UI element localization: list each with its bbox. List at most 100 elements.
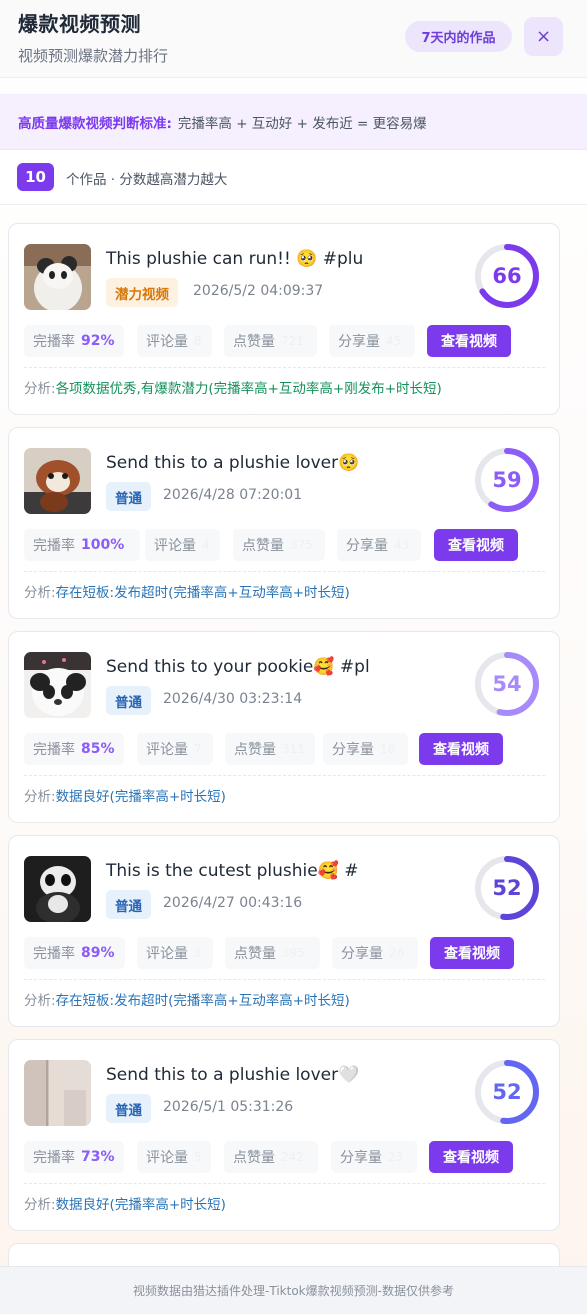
page-subtitle: 视频预测爆款潜力排行 bbox=[18, 47, 169, 65]
analysis-line: 分析:数据良好(完播率高+时长短) bbox=[24, 785, 226, 805]
likes-label: 点赞量 bbox=[233, 1150, 275, 1166]
analysis-label: 分析: bbox=[24, 789, 56, 805]
shares-metric: 分享量 23 bbox=[331, 1141, 417, 1173]
comments-metric: 评论量 8 bbox=[137, 325, 212, 357]
video-tag: 普通 bbox=[106, 686, 151, 715]
view-video-button[interactable]: 查看视频 bbox=[430, 937, 514, 969]
likes-label: 点赞量 bbox=[234, 946, 276, 962]
publish-time: 2026/5/2 04:09:37 bbox=[193, 283, 324, 299]
shares-label: 分享量 bbox=[338, 334, 380, 350]
video-tag: 潜力视频 bbox=[106, 278, 178, 307]
comments-metric: 评论量 4 bbox=[145, 529, 220, 561]
completion-label: 完播率 bbox=[33, 946, 75, 962]
completion-value: 92% bbox=[81, 333, 115, 349]
summary-text: 个作品 · 分数越高潜力越大 bbox=[66, 172, 228, 188]
publish-time: 2026/4/30 03:23:14 bbox=[163, 691, 303, 707]
score-value: 54 bbox=[492, 672, 522, 696]
completion-label: 完播率 bbox=[33, 538, 75, 554]
analysis-line: 分析:数据良好(完播率高+时长短) bbox=[24, 1193, 226, 1213]
comments-label: 评论量 bbox=[146, 946, 188, 962]
summary-row: 10 个作品 · 分数越高潜力越大 bbox=[0, 150, 587, 205]
analysis-text: 存在短板:发布超时(完播率高+互动率高+时长短) bbox=[55, 585, 350, 601]
comments-value: 7 bbox=[194, 742, 202, 756]
completion-label: 完播率 bbox=[33, 742, 75, 758]
video-title: Send this to a plushie lover🤍 bbox=[106, 1065, 360, 1085]
analysis-line: 分析:存在短板:发布超时(完播率高+互动率高+时长短) bbox=[24, 989, 350, 1009]
completion-metric: 完播率 100% bbox=[24, 529, 140, 561]
video-card: Send this to a plushie lover🤍 普通 2026/5/… bbox=[8, 1039, 560, 1231]
score-value: 52 bbox=[492, 876, 522, 900]
video-tag: 普通 bbox=[106, 482, 151, 511]
likes-metric: 点赞量 721 bbox=[224, 325, 317, 357]
video-title: Send this to your pookie🥰 #pl bbox=[106, 657, 370, 677]
analysis-text: 存在短板:发布超时(完播率高+互动率高+时长短) bbox=[55, 993, 350, 1009]
likes-value: 242 bbox=[281, 1150, 304, 1164]
video-title: Send this to a plushie lover🥺 bbox=[106, 453, 360, 473]
score-value: 59 bbox=[492, 468, 522, 492]
footer-text: 视频数据由猎达插件处理-Tiktok爆款视频预测-数据仅供参考 bbox=[133, 1284, 454, 1298]
view-video-button[interactable]: 查看视频 bbox=[427, 325, 511, 357]
view-video-button[interactable]: 查看视频 bbox=[419, 733, 503, 765]
card-divider bbox=[24, 775, 545, 776]
video-thumbnail[interactable] bbox=[24, 1060, 91, 1126]
shares-label: 分享量 bbox=[332, 742, 374, 758]
shares-value: 23 bbox=[388, 1150, 404, 1164]
completion-metric: 完播率 92% bbox=[24, 325, 124, 357]
comments-value: 8 bbox=[194, 334, 202, 348]
analysis-text: 各项数据优秀,有爆款潜力(完播率高+互动率高+刚发布+时长短) bbox=[55, 381, 442, 397]
card-divider bbox=[24, 571, 545, 572]
completion-label: 完播率 bbox=[33, 1150, 75, 1166]
view-video-button[interactable]: 查看视频 bbox=[434, 529, 518, 561]
criteria-label: 高质量爆款视频判断标准: bbox=[18, 115, 172, 132]
video-thumbnail[interactable] bbox=[24, 244, 91, 310]
likes-value: 395 bbox=[282, 946, 305, 960]
likes-metric: 点赞量 395 bbox=[225, 937, 320, 969]
page-title: 爆款视频预测 bbox=[18, 12, 141, 36]
shares-metric: 分享量 26 bbox=[332, 937, 418, 969]
video-title: This plushie can run!! 🥺 #plu bbox=[106, 249, 364, 269]
analysis-label: 分析: bbox=[24, 381, 56, 397]
card-divider bbox=[24, 367, 545, 368]
likes-metric: 点赞量 375 bbox=[233, 529, 325, 561]
likes-label: 点赞量 bbox=[242, 538, 284, 554]
likes-label: 点赞量 bbox=[234, 742, 276, 758]
shares-value: 43 bbox=[394, 538, 410, 552]
video-thumbnail[interactable] bbox=[24, 856, 91, 922]
criteria-banner: 高质量爆款视频判断标准: 完播率高 + 互动好 + 发布近 = 更容易爆 bbox=[0, 94, 587, 150]
publish-time: 2026/4/28 07:20:01 bbox=[163, 487, 303, 503]
completion-value: 85% bbox=[81, 741, 115, 757]
comments-label: 评论量 bbox=[146, 334, 188, 350]
completion-label: 完播率 bbox=[33, 334, 75, 350]
header: 爆款视频预测 视频预测爆款潜力排行 7天内的作品 × bbox=[0, 0, 587, 78]
likes-metric: 点赞量 242 bbox=[224, 1141, 318, 1173]
shares-label: 分享量 bbox=[340, 1150, 382, 1166]
analysis-line: 分析:各项数据优秀,有爆款潜力(完播率高+互动率高+刚发布+时长短) bbox=[24, 377, 442, 397]
time-range-badge[interactable]: 7天内的作品 bbox=[405, 21, 512, 52]
shares-metric: 分享量 16 bbox=[323, 733, 408, 765]
footer: 视频数据由猎达插件处理-Tiktok爆款视频预测-数据仅供参考 bbox=[0, 1266, 587, 1314]
shares-metric: 分享量 43 bbox=[337, 529, 421, 561]
view-video-button[interactable]: 查看视频 bbox=[429, 1141, 513, 1173]
card-divider bbox=[24, 1183, 545, 1184]
video-thumbnail[interactable] bbox=[24, 448, 91, 514]
close-button[interactable]: × bbox=[524, 17, 563, 56]
completion-metric: 完播率 89% bbox=[24, 937, 125, 969]
video-thumbnail[interactable] bbox=[24, 652, 91, 718]
video-title: This is the cutest plushie🥰 # bbox=[106, 861, 359, 881]
comments-label: 评论量 bbox=[146, 1150, 188, 1166]
likes-metric: 点赞量 311 bbox=[225, 733, 315, 765]
comments-metric: 评论量 5 bbox=[137, 1141, 211, 1173]
analysis-line: 分析:存在短板:发布超时(完播率高+互动率高+时长短) bbox=[24, 581, 350, 601]
video-card: This plushie can run!! 🥺 #plu 潜力视频 2026/… bbox=[8, 223, 560, 415]
video-tag: 普通 bbox=[106, 1094, 151, 1123]
analysis-label: 分析: bbox=[24, 585, 56, 601]
comments-label: 评论量 bbox=[146, 742, 188, 758]
score-value: 52 bbox=[492, 1080, 522, 1104]
comments-metric: 评论量 3 bbox=[137, 937, 213, 969]
video-card: Send this to a plushie lover🥺 普通 2026/4/… bbox=[8, 427, 560, 619]
likes-label: 点赞量 bbox=[233, 334, 275, 350]
shares-value: 16 bbox=[380, 742, 396, 756]
video-tag: 普通 bbox=[106, 890, 151, 919]
shares-label: 分享量 bbox=[341, 946, 383, 962]
shares-value: 26 bbox=[389, 946, 405, 960]
